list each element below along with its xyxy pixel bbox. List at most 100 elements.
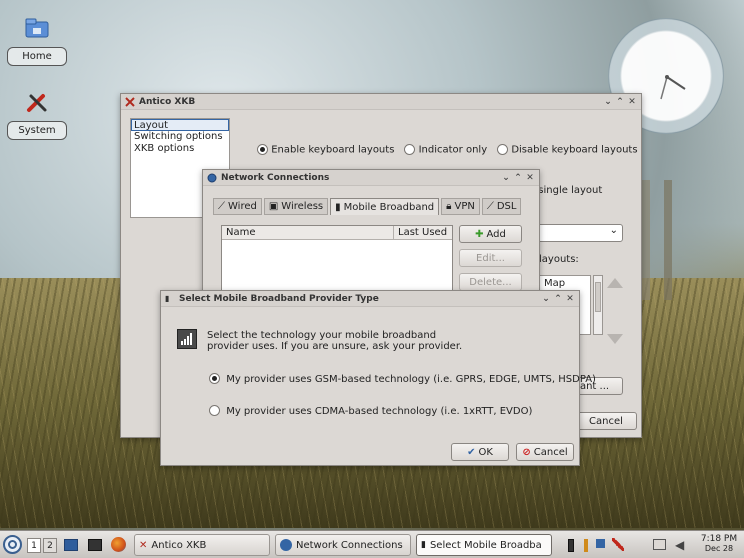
minimize-icon[interactable]: ⌄ bbox=[603, 97, 613, 107]
xkb-app-icon: ✕ bbox=[139, 539, 148, 551]
sidebar-item-xkb-options[interactable]: XKB options bbox=[131, 143, 229, 155]
desktop-switcher-2[interactable]: 2 bbox=[43, 538, 57, 553]
radio-button[interactable] bbox=[257, 144, 268, 155]
add-connection-button[interactable]: ✚ Add bbox=[459, 225, 522, 243]
maximize-icon[interactable]: ⌃ bbox=[513, 173, 523, 183]
cancel-button[interactable]: ⊘ Cancel bbox=[516, 443, 574, 461]
clock-time: 7:18 PM bbox=[700, 534, 738, 544]
wallpaper-fence bbox=[640, 180, 700, 300]
layout-mode-radios: Enable keyboard layouts Indicator only D… bbox=[257, 144, 638, 156]
sidebar-item-layout[interactable]: Layout bbox=[131, 119, 229, 131]
model-dropdown[interactable]: ⌄ bbox=[531, 224, 623, 242]
move-down-icon[interactable] bbox=[607, 334, 623, 344]
radio-button[interactable] bbox=[404, 144, 416, 155]
radio-button[interactable] bbox=[209, 373, 220, 384]
radio-disable-layouts[interactable]: Disable keyboard layouts bbox=[497, 144, 638, 156]
radio-label: Indicator only bbox=[418, 144, 488, 156]
window-title: Antico XKB bbox=[139, 96, 196, 107]
instruction-line: provider uses. If you are unsure, ask yo… bbox=[207, 341, 463, 352]
delete-label: Delete... bbox=[469, 276, 512, 288]
xkb-titlebar[interactable]: Antico XKB ⌄ ⌃ ✕ bbox=[121, 94, 641, 110]
sidebar-item-switching-options[interactable]: Switching options bbox=[131, 131, 229, 143]
folder-home-icon bbox=[25, 18, 49, 38]
task-provider-dialog[interactable]: ▮ Select Mobile Broadba bbox=[416, 534, 552, 556]
task-antico-xkb[interactable]: ✕ Antico XKB bbox=[134, 534, 270, 556]
tab-mobile-broadband[interactable]: ▮ Mobile Broadband bbox=[330, 198, 440, 215]
cancel-label: Cancel bbox=[589, 415, 623, 427]
move-up-icon[interactable] bbox=[607, 278, 623, 288]
mobile-broadband-icon bbox=[177, 329, 197, 349]
close-icon[interactable]: ✕ bbox=[525, 173, 535, 183]
cancel-label: Cancel bbox=[533, 446, 568, 458]
signal-bars-icon: ▮ bbox=[335, 201, 341, 213]
column-name[interactable]: Name bbox=[222, 226, 394, 239]
tab-wireless[interactable]: ▣ Wireless bbox=[263, 198, 329, 215]
instruction-text: Select the technology your mobile broadb… bbox=[207, 330, 462, 352]
wireless-icon: ▣ bbox=[268, 201, 279, 212]
check-icon: ✔ bbox=[467, 446, 476, 458]
close-icon[interactable]: ✕ bbox=[565, 294, 575, 304]
window-title: Network Connections bbox=[221, 172, 330, 183]
start-menu-button[interactable] bbox=[3, 535, 22, 554]
tray-network-icon[interactable] bbox=[653, 539, 666, 550]
cdma-option[interactable]: My provider uses CDMA-based technology (… bbox=[209, 405, 532, 417]
desktop-icon-label: System bbox=[7, 121, 67, 140]
maximize-icon[interactable]: ⌃ bbox=[615, 97, 625, 107]
desktop-icon-system[interactable]: System bbox=[7, 90, 67, 140]
scrollbar-thumb[interactable] bbox=[595, 282, 601, 312]
taskbar: 1 2 ✕ Antico XKB Network Connections ▮ S… bbox=[0, 530, 744, 558]
task-label: Network Connections bbox=[296, 539, 403, 551]
tray-volume-icon[interactable]: ◀ bbox=[675, 538, 684, 552]
close-icon[interactable]: ✕ bbox=[627, 97, 637, 107]
radio-enable-layouts[interactable]: Enable keyboard layouts bbox=[257, 144, 394, 156]
tray-pencil-icon[interactable] bbox=[584, 539, 588, 552]
dialog-titlebar[interactable]: ▮ Select Mobile Broadband Provider Type … bbox=[161, 291, 579, 307]
xkb-cancel-button[interactable]: Cancel bbox=[575, 412, 637, 430]
single-layout-label: r single layout bbox=[531, 185, 603, 196]
tab-label: Wireless bbox=[281, 201, 324, 212]
lock-icon: 🔒︎ bbox=[446, 201, 452, 212]
map-column-header: Map bbox=[544, 278, 566, 289]
radio-label: Enable keyboard layouts bbox=[271, 144, 395, 156]
task-label: Antico XKB bbox=[151, 539, 207, 551]
tray-clock[interactable]: 7:18 PM Dec 28 bbox=[697, 534, 741, 554]
tray-flag-icon[interactable] bbox=[596, 539, 605, 548]
plus-icon: ✚ bbox=[475, 228, 484, 240]
tab-dsl[interactable]: ⟋ DSL bbox=[481, 198, 522, 215]
maximize-icon[interactable]: ⌃ bbox=[553, 294, 563, 304]
radio-button[interactable] bbox=[209, 405, 220, 416]
terminal-icon[interactable] bbox=[88, 539, 102, 551]
firefox-icon[interactable] bbox=[111, 537, 126, 552]
clock-date: Dec 28 bbox=[704, 544, 734, 553]
radio-label: Disable keyboard layouts bbox=[511, 144, 638, 156]
desktop-icon-label: Home bbox=[7, 47, 67, 66]
wired-icon: ⟋ bbox=[218, 201, 225, 212]
tray-battery-icon[interactable] bbox=[568, 539, 574, 552]
show-desktop-icon[interactable] bbox=[64, 539, 78, 551]
delete-connection-button[interactable]: Delete... bbox=[459, 273, 522, 291]
provider-type-dialog: ▮ Select Mobile Broadband Provider Type … bbox=[160, 290, 596, 466]
list-header: Name Last Used bbox=[222, 226, 452, 240]
menu-icon bbox=[8, 540, 17, 549]
tab-label: Wired bbox=[228, 201, 257, 212]
gsm-option[interactable]: My provider uses GSM-based technology (i… bbox=[209, 373, 596, 385]
minimize-icon[interactable]: ⌄ bbox=[501, 173, 511, 183]
system-tools-icon bbox=[27, 94, 47, 112]
edit-connection-button[interactable]: Edit... bbox=[459, 249, 522, 267]
tab-vpn[interactable]: 🔒︎ VPN bbox=[441, 198, 480, 215]
minimize-icon[interactable]: ⌄ bbox=[541, 294, 551, 304]
desktop-icon-home[interactable]: Home bbox=[7, 16, 67, 66]
tab-label: Mobile Broadband bbox=[343, 201, 435, 213]
tab-wired[interactable]: ⟋ Wired bbox=[213, 198, 262, 215]
radio-button[interactable] bbox=[497, 144, 509, 155]
radio-indicator-only[interactable]: Indicator only bbox=[404, 144, 487, 156]
layouts-scrollbar[interactable] bbox=[593, 275, 603, 335]
ok-button[interactable]: ✔ OK bbox=[451, 443, 509, 461]
task-network-connections[interactable]: Network Connections bbox=[275, 534, 411, 556]
desktop-switcher-1[interactable]: 1 bbox=[27, 538, 41, 553]
tab-label: VPN bbox=[454, 201, 475, 212]
network-titlebar[interactable]: Network Connections ⌄ ⌃ ✕ bbox=[203, 170, 539, 186]
window-title: Select Mobile Broadband Provider Type bbox=[179, 293, 379, 304]
column-last-used[interactable]: Last Used bbox=[394, 226, 452, 239]
tray-tools-icon[interactable] bbox=[612, 538, 624, 551]
